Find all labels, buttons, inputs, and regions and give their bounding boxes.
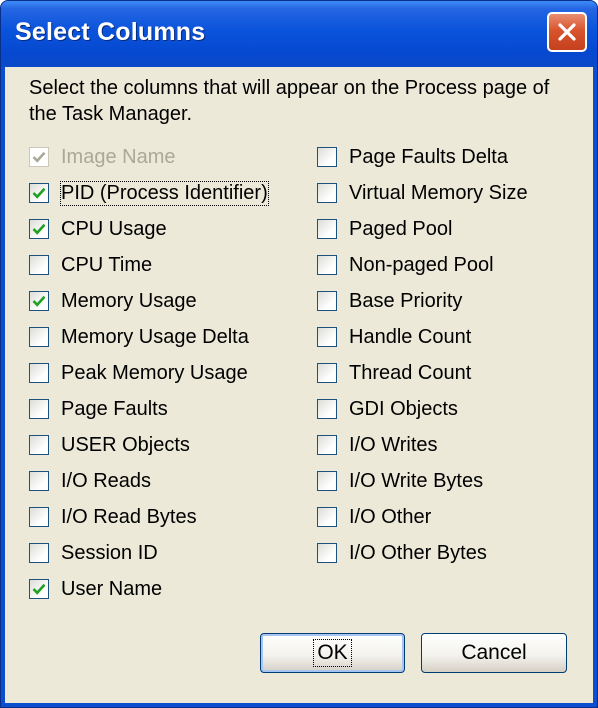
checkbox-paged-pool[interactable]: Paged Pool — [317, 215, 452, 243]
checkbox-box[interactable] — [29, 471, 49, 491]
checkbox-label: User Name — [61, 577, 163, 600]
checkbox-box[interactable] — [29, 363, 49, 383]
checkbox-box[interactable] — [29, 579, 49, 599]
checkbox-label: Paged Pool — [349, 217, 453, 240]
checkbox-image-name: Image Name — [29, 143, 176, 171]
checkbox-user-name[interactable]: User Name — [29, 575, 162, 603]
checkbox-page-faults-delta[interactable]: Page Faults Delta — [317, 143, 508, 171]
checkmark-icon — [32, 223, 46, 235]
checkbox-label: Memory Usage — [61, 289, 197, 312]
close-button[interactable] — [547, 12, 587, 52]
checkbox-label: I/O Reads — [61, 469, 152, 492]
checkbox-box[interactable] — [317, 291, 337, 311]
dialog-body: Select the columns that will appear on t… — [5, 67, 593, 703]
checkbox-label: Base Priority — [349, 289, 463, 312]
checkmark-icon — [32, 151, 46, 163]
checkbox-box[interactable] — [317, 507, 337, 527]
checkbox-user-objects[interactable]: USER Objects — [29, 431, 190, 459]
checkbox-session-id[interactable]: Session ID — [29, 539, 158, 567]
checkmark-icon — [32, 583, 46, 595]
checkbox-label: CPU Usage — [61, 217, 167, 240]
instruction-text: Select the columns that will appear on t… — [29, 77, 550, 125]
checkbox-pid-process-identifier[interactable]: PID (Process Identifier) — [29, 179, 269, 207]
checkbox-label: I/O Writes — [349, 433, 438, 456]
checkbox-i-o-writes[interactable]: I/O Writes — [317, 431, 438, 459]
title-bar[interactable]: Select Columns — [1, 1, 597, 67]
cancel-button-label: Cancel — [461, 641, 527, 664]
checkbox-box — [29, 147, 49, 167]
dialog-window: Select Columns Select the columns that w… — [0, 0, 598, 708]
checkbox-peak-memory-usage[interactable]: Peak Memory Usage — [29, 359, 248, 387]
checkbox-box[interactable] — [317, 435, 337, 455]
checkbox-label: CPU Time — [61, 253, 153, 276]
close-icon — [556, 21, 578, 43]
checkbox-virtual-memory-size[interactable]: Virtual Memory Size — [317, 179, 528, 207]
checkbox-page-faults[interactable]: Page Faults — [29, 395, 168, 423]
checkbox-label: I/O Other — [349, 505, 432, 528]
checkbox-label: Page Faults — [61, 397, 168, 420]
checkbox-i-o-other[interactable]: I/O Other — [317, 503, 431, 531]
window-title: Select Columns — [15, 18, 206, 46]
checkbox-box[interactable] — [317, 399, 337, 419]
checkbox-label: GDI Objects — [349, 397, 458, 420]
checkbox-thread-count[interactable]: Thread Count — [317, 359, 471, 387]
checkbox-label: PID (Process Identifier) — [60, 180, 269, 206]
ok-button[interactable]: OK — [260, 633, 405, 673]
checkbox-label: Thread Count — [349, 361, 472, 384]
checkbox-i-o-other-bytes[interactable]: I/O Other Bytes — [317, 539, 487, 567]
checkbox-label: USER Objects — [61, 433, 190, 456]
checkbox-memory-usage-delta[interactable]: Memory Usage Delta — [29, 323, 249, 351]
checkbox-label: Non-paged Pool — [349, 253, 494, 276]
checkbox-label: I/O Read Bytes — [61, 505, 197, 528]
checkbox-label: Page Faults Delta — [349, 145, 508, 168]
checkbox-box[interactable] — [29, 507, 49, 527]
checkbox-label: I/O Write Bytes — [349, 469, 484, 492]
checkbox-box[interactable] — [29, 255, 49, 275]
checkbox-non-paged-pool[interactable]: Non-paged Pool — [317, 251, 494, 279]
checkbox-box[interactable] — [29, 327, 49, 347]
checkbox-label: Virtual Memory Size — [349, 181, 528, 204]
checkbox-label: Memory Usage Delta — [61, 325, 249, 348]
ok-button-label: OK — [313, 639, 352, 667]
checkbox-i-o-read-bytes[interactable]: I/O Read Bytes — [29, 503, 197, 531]
checkbox-box[interactable] — [317, 255, 337, 275]
checkbox-i-o-reads[interactable]: I/O Reads — [29, 467, 151, 495]
checkbox-box[interactable] — [29, 435, 49, 455]
checkbox-cpu-time[interactable]: CPU Time — [29, 251, 152, 279]
cancel-button[interactable]: Cancel — [421, 633, 567, 673]
checkbox-box[interactable] — [317, 327, 337, 347]
checkbox-box[interactable] — [317, 219, 337, 239]
checkbox-box[interactable] — [29, 183, 49, 203]
checkbox-memory-usage[interactable]: Memory Usage — [29, 287, 197, 315]
checkbox-label: I/O Other Bytes — [349, 541, 487, 564]
checkmark-icon — [32, 295, 46, 307]
checkbox-gdi-objects[interactable]: GDI Objects — [317, 395, 458, 423]
checkbox-box[interactable] — [317, 363, 337, 383]
checkbox-handle-count[interactable]: Handle Count — [317, 323, 471, 351]
checkbox-cpu-usage[interactable]: CPU Usage — [29, 215, 167, 243]
checkbox-box[interactable] — [29, 543, 49, 563]
checkbox-box[interactable] — [317, 543, 337, 563]
checkbox-label: Image Name — [61, 145, 176, 168]
checkbox-base-priority[interactable]: Base Priority — [317, 287, 462, 315]
checkbox-box[interactable] — [29, 219, 49, 239]
checkbox-box[interactable] — [317, 471, 337, 491]
checkbox-box[interactable] — [29, 399, 49, 419]
checkbox-label: Session ID — [61, 541, 158, 564]
checkbox-box[interactable] — [317, 147, 337, 167]
checkbox-box[interactable] — [29, 291, 49, 311]
checkbox-i-o-write-bytes[interactable]: I/O Write Bytes — [317, 467, 483, 495]
checkbox-label: Peak Memory Usage — [61, 361, 248, 384]
checkbox-label: Handle Count — [349, 325, 472, 348]
checkmark-icon — [32, 187, 46, 199]
checkbox-box[interactable] — [317, 183, 337, 203]
